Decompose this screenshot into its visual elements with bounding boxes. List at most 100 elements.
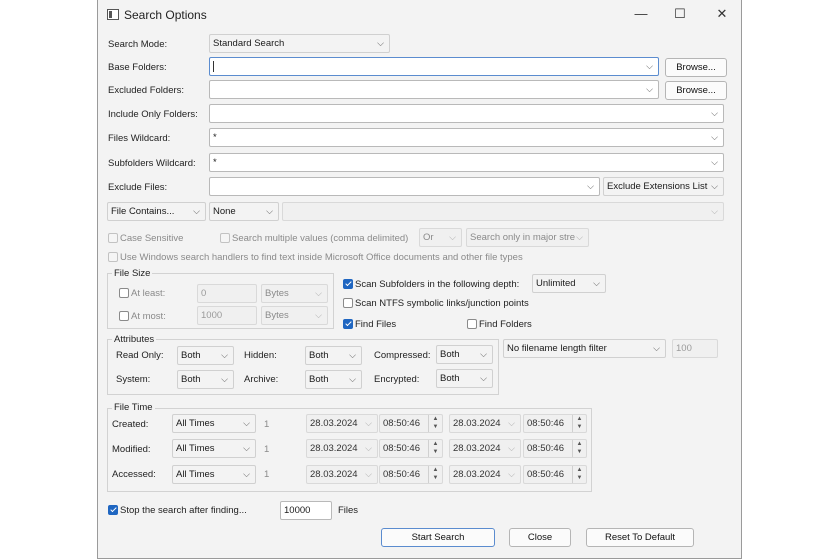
find-files-checkbox[interactable]	[343, 319, 353, 329]
spin-arrows-icon[interactable]: ▲ ▼	[428, 440, 442, 457]
accessed-label: Accessed:	[112, 469, 156, 480]
spin-arrows-icon[interactable]: ▲ ▼	[572, 466, 586, 483]
contains-type-select[interactable]: None ⌵	[209, 202, 279, 221]
compressed-label: Compressed:	[374, 350, 431, 361]
contains-text-input[interactable]: ⌵	[282, 202, 724, 221]
search-options-window: Search Options — ☐ ✕ Search Mode: Standa…	[97, 0, 742, 559]
find-folders-checkbox[interactable]	[467, 319, 477, 329]
chevron-down-icon: ⌵	[243, 443, 250, 453]
filename-length-select[interactable]: No filename length filter ⌵	[503, 339, 666, 358]
chevron-down-icon: ⌵	[365, 443, 372, 453]
scan-ntfs-checkbox[interactable]	[343, 298, 353, 308]
modified-date-from[interactable]: 28.03.2024 ⌵	[306, 439, 378, 458]
accessed-date-from[interactable]: 28.03.2024 ⌵	[306, 465, 378, 484]
archive-select[interactable]: Both ⌵	[305, 370, 362, 389]
chevron-down-icon: ⌵	[711, 181, 718, 191]
subfolders-wildcard-value: *	[213, 157, 217, 168]
encrypted-select[interactable]: Both ⌵	[436, 369, 493, 388]
chevron-down-icon: ⌵	[243, 418, 250, 428]
scan-subfolders-label: Scan Subfolders in the following depth:	[355, 279, 520, 290]
subfolders-wildcard-input[interactable]: * ⌵	[209, 153, 724, 172]
exclude-files-input[interactable]: ⌵	[209, 177, 600, 196]
excluded-folders-browse-button[interactable]: Browse...	[665, 81, 727, 100]
modified-time-from[interactable]: 08:50:46 ▲ ▼	[379, 439, 443, 458]
modified-date-to[interactable]: 28.03.2024 ⌵	[449, 439, 521, 458]
depth-select[interactable]: Unlimited ⌵	[532, 274, 606, 293]
maximize-button[interactable]: ☐	[665, 4, 695, 24]
compressed-select[interactable]: Both ⌵	[436, 345, 493, 364]
file-contains-select[interactable]: File Contains... ⌵	[107, 202, 206, 221]
excluded-folders-input[interactable]: ⌵	[209, 80, 659, 99]
read-only-value: Both	[181, 350, 201, 361]
created-date-from-value: 28.03.2024	[310, 418, 358, 429]
spin-arrows-icon[interactable]: ▲ ▼	[428, 415, 442, 432]
chevron-down-icon: ⌵	[480, 349, 487, 359]
chevron-down-icon: ⌵	[377, 38, 384, 48]
created-date-to-value: 28.03.2024	[453, 418, 501, 429]
created-date-from[interactable]: 28.03.2024 ⌵	[306, 414, 378, 433]
reset-default-button[interactable]: Reset To Default	[586, 528, 694, 547]
at-most-unit-select[interactable]: Bytes ⌵	[261, 306, 328, 325]
chevron-down-icon: ⌵	[449, 232, 456, 242]
base-folders-input[interactable]: ⌵	[209, 57, 659, 76]
or-select[interactable]: Or ⌵	[419, 228, 462, 247]
case-sensitive-checkbox[interactable]	[108, 233, 118, 243]
modified-label: Modified:	[112, 444, 151, 455]
search-multiple-checkbox[interactable]	[220, 233, 230, 243]
close-window-button[interactable]: ✕	[707, 4, 737, 24]
find-files-label: Find Files	[355, 319, 397, 330]
modified-time-to[interactable]: 08:50:46 ▲ ▼	[523, 439, 587, 458]
chevron-down-icon: ⌵	[711, 157, 718, 167]
spin-arrows-icon[interactable]: ▲ ▼	[572, 415, 586, 432]
stop-search-checkbox[interactable]	[108, 505, 118, 515]
created-number: 1	[264, 419, 270, 430]
created-date-to[interactable]: 28.03.2024 ⌵	[449, 414, 521, 433]
modified-mode-select[interactable]: All Times ⌵	[172, 439, 256, 458]
encrypted-value: Both	[440, 373, 460, 384]
created-time-from[interactable]: 08:50:46 ▲ ▼	[379, 414, 443, 433]
minimize-button[interactable]: —	[626, 4, 656, 24]
file-time-title: File Time	[112, 402, 155, 413]
at-least-checkbox[interactable]	[119, 288, 129, 298]
major-streams-select[interactable]: Search only in major stre ⌵	[466, 228, 589, 247]
accessed-time-to[interactable]: 08:50:46 ▲ ▼	[523, 465, 587, 484]
archive-label: Archive:	[244, 374, 279, 385]
excluded-folders-label: Excluded Folders:	[108, 85, 185, 96]
at-most-unit-value: Bytes	[265, 310, 289, 321]
include-only-input[interactable]: ⌵	[209, 104, 724, 123]
accessed-mode-select[interactable]: All Times ⌵	[172, 465, 256, 484]
search-mode-select[interactable]: Standard Search ⌵	[209, 34, 390, 53]
window-title: Search Options	[124, 8, 207, 22]
windows-handlers-checkbox[interactable]	[108, 252, 118, 262]
accessed-date-to[interactable]: 28.03.2024 ⌵	[449, 465, 521, 484]
system-select[interactable]: Both ⌵	[177, 370, 234, 389]
chevron-down-icon: ⌵	[365, 418, 372, 428]
file-contains-value: File Contains...	[111, 206, 175, 217]
system-label: System:	[116, 374, 151, 385]
start-search-button[interactable]: Start Search	[381, 528, 495, 547]
scan-subfolders-checkbox[interactable]	[343, 279, 353, 289]
created-time-to[interactable]: 08:50:46 ▲ ▼	[523, 414, 587, 433]
at-least-input[interactable]: 0	[197, 284, 257, 303]
exclude-extensions-select[interactable]: Exclude Extensions List ⌵	[603, 177, 724, 196]
filename-length-value: No filename length filter	[507, 343, 607, 354]
spin-arrows-icon[interactable]: ▲ ▼	[428, 466, 442, 483]
stop-count-input[interactable]: 10000	[280, 501, 332, 520]
base-folders-browse-button[interactable]: Browse...	[665, 58, 727, 77]
at-most-input[interactable]: 1000	[197, 306, 257, 325]
at-least-unit-value: Bytes	[265, 288, 289, 299]
files-wildcard-input[interactable]: * ⌵	[209, 128, 724, 147]
read-only-select[interactable]: Both ⌵	[177, 346, 234, 365]
created-mode-select[interactable]: All Times ⌵	[172, 414, 256, 433]
accessed-time-from[interactable]: 08:50:46 ▲ ▼	[379, 465, 443, 484]
filename-length-input[interactable]: 100	[672, 339, 718, 358]
spin-arrows-icon[interactable]: ▲ ▼	[572, 440, 586, 457]
modified-date-to-value: 28.03.2024	[453, 443, 501, 454]
at-least-unit-select[interactable]: Bytes ⌵	[261, 284, 328, 303]
close-button[interactable]: Close	[509, 528, 571, 547]
at-most-checkbox[interactable]	[119, 311, 129, 321]
stop-search-label: Stop the search after finding...	[120, 505, 247, 516]
scan-ntfs-label: Scan NTFS symbolic links/junction points	[355, 298, 529, 309]
hidden-select[interactable]: Both ⌵	[305, 346, 362, 365]
hidden-value: Both	[309, 350, 329, 361]
